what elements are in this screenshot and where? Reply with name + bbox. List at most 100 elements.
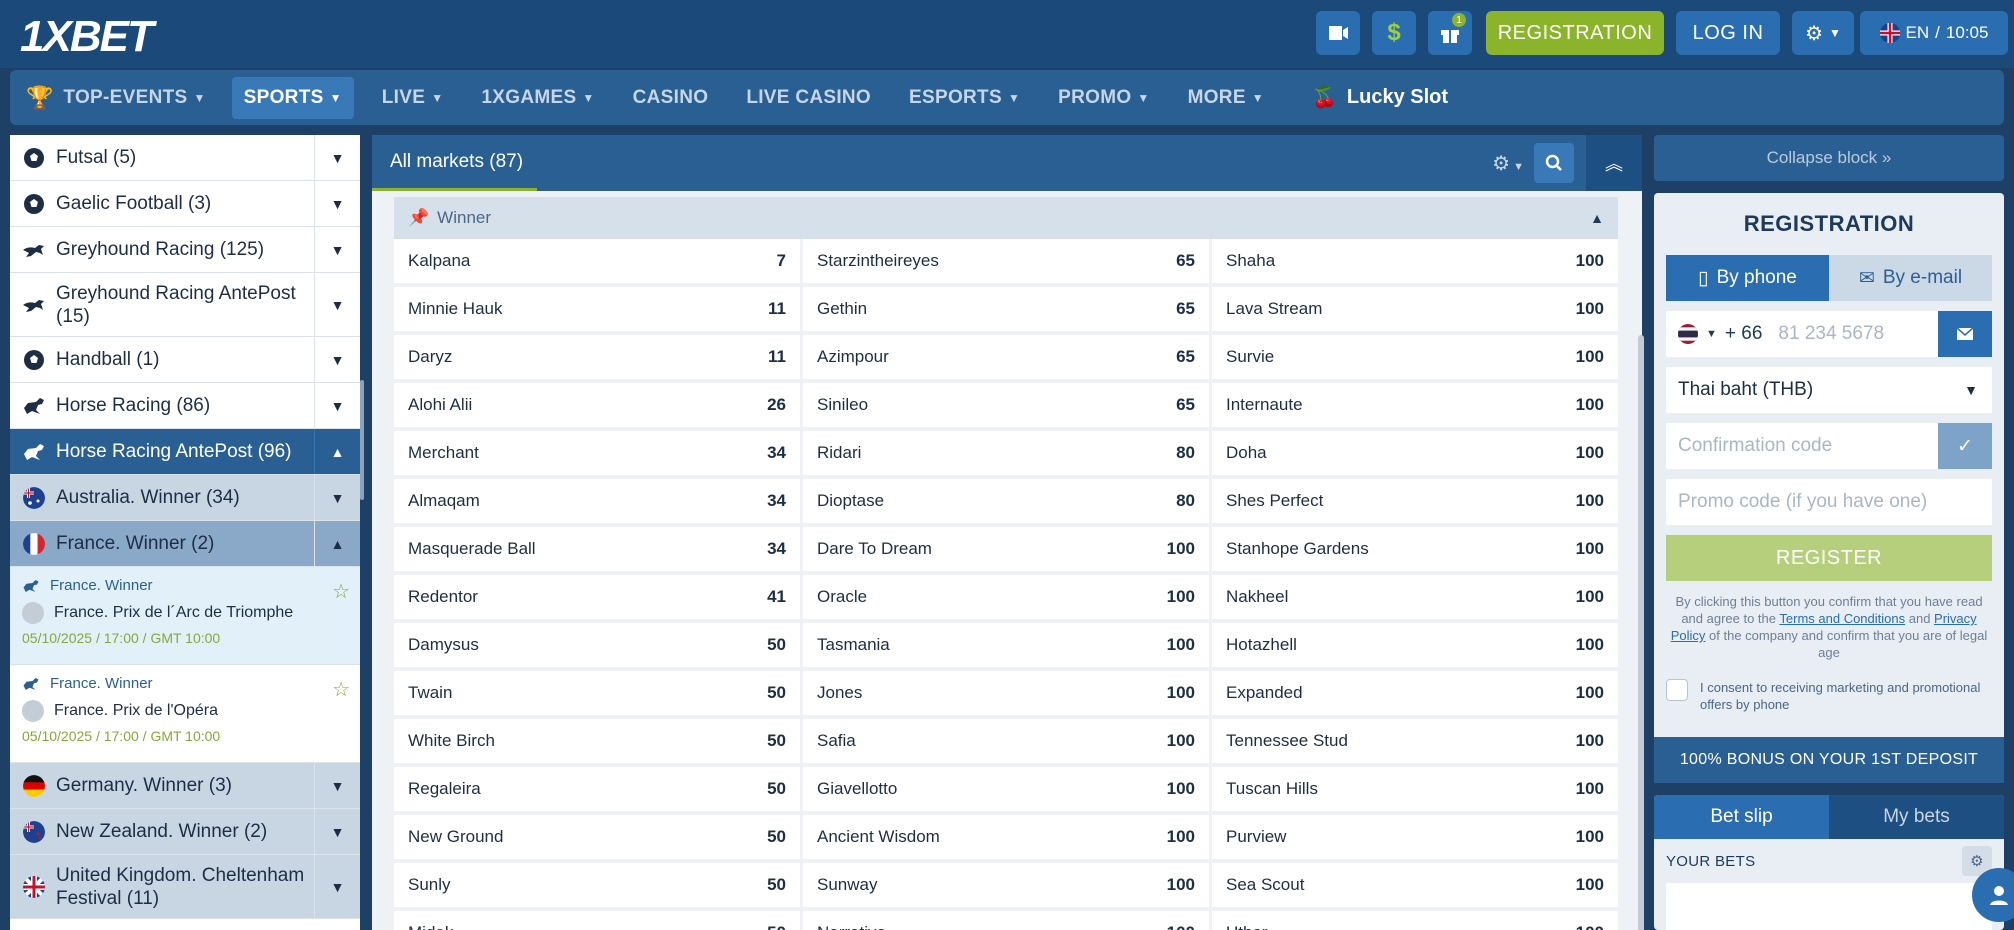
tab-by-phone[interactable]: ▯ By phone xyxy=(1666,255,1829,301)
logo[interactable]: 1XBET xyxy=(20,12,154,62)
odds-cell[interactable]: Sunway 100 xyxy=(803,863,1209,907)
terms-link[interactable]: Terms and Conditions xyxy=(1779,611,1905,626)
nav-item-sports[interactable]: SPORTS ▼ xyxy=(231,76,354,119)
odds-cell[interactable]: Sinileo 65 xyxy=(803,383,1209,427)
odds-cell[interactable]: Dioptase 80 xyxy=(803,479,1209,523)
nav-item-live[interactable]: LIVE ▼ xyxy=(382,87,444,109)
nav-item-esports[interactable]: ESPORTS ▼ xyxy=(909,87,1020,109)
nav-item-casino[interactable]: CASINO xyxy=(633,87,709,109)
chevron-up-icon[interactable]: ▲ xyxy=(314,521,360,566)
odds-cell[interactable]: Stanhope Gardens 100 xyxy=(1212,527,1618,571)
sidebar-item-sport[interactable]: Futsal (5) ▼ xyxy=(10,135,360,181)
sidebar-subitem[interactable]: France. Winner (2) ▲ xyxy=(10,521,360,567)
gift-button[interactable]: 1 xyxy=(1428,11,1472,55)
bonus-banner[interactable]: 100% BONUS ON YOUR 1ST DEPOSIT xyxy=(1654,737,2004,783)
chevron-down-icon[interactable]: ▼ xyxy=(314,273,360,336)
odds-cell[interactable]: Jones 100 xyxy=(803,671,1209,715)
tab-by-email[interactable]: ✉ By e-mail xyxy=(1829,255,1992,301)
chevron-down-icon[interactable]: ▼ xyxy=(314,383,360,428)
odds-cell[interactable]: Regaleira 50 xyxy=(394,767,800,811)
chevron-down-icon[interactable]: ▼ xyxy=(314,475,360,520)
odds-cell[interactable]: Tennessee Stud 100 xyxy=(1212,719,1618,763)
promo-code-input[interactable]: Promo code (if you have one) xyxy=(1666,479,1992,525)
odds-cell[interactable]: Narrativo 100 xyxy=(803,911,1209,930)
odds-cell[interactable]: Ridari 80 xyxy=(803,431,1209,475)
consent-checkbox[interactable] xyxy=(1666,679,1688,701)
odds-cell[interactable]: Nakheel 100 xyxy=(1212,575,1618,619)
odds-cell[interactable]: Shes Perfect 100 xyxy=(1212,479,1618,523)
send-code-button[interactable] xyxy=(1938,311,1992,357)
pin-icon[interactable]: 📌 xyxy=(408,208,429,228)
chevron-up-icon[interactable]: ▲ xyxy=(314,429,360,474)
odds-cell[interactable]: Uther 100 xyxy=(1212,911,1618,930)
markets-settings-button[interactable]: ⚙ ▼ xyxy=(1492,151,1524,176)
odds-cell[interactable]: Twain 50 xyxy=(394,671,800,715)
odds-cell[interactable]: Merchant 34 xyxy=(394,431,800,475)
tab-my-bets[interactable]: My bets xyxy=(1829,795,2004,839)
chevron-down-icon[interactable]: ▼ xyxy=(314,763,360,808)
sidebar-item-sport[interactable]: Greyhound Racing AntePost (15) ▼ xyxy=(10,273,360,337)
nav-item-top-events[interactable]: TOP-EVENTS ▼ xyxy=(63,87,205,109)
odds-cell[interactable]: Almaqam 34 xyxy=(394,479,800,523)
lucky-slot-link[interactable]: 🍒 Lucky Slot xyxy=(1312,85,1448,110)
favorite-star-icon[interactable]: ☆ xyxy=(332,677,350,702)
chevron-down-icon[interactable]: ▼ xyxy=(1706,328,1717,340)
odds-cell[interactable]: Hotazhell 100 xyxy=(1212,623,1618,667)
favorite-star-icon[interactable]: ☆ xyxy=(332,579,350,604)
currency-select[interactable]: Thai baht (THB) ▼ xyxy=(1666,367,1992,413)
odds-cell[interactable]: Gethin 65 xyxy=(803,287,1209,331)
login-button[interactable]: LOG IN xyxy=(1676,11,1780,55)
confirmation-code-input[interactable]: Confirmation code ✓ xyxy=(1666,423,1992,469)
chevron-down-icon[interactable]: ▼ xyxy=(314,181,360,226)
chevron-down-icon[interactable]: ▼ xyxy=(314,337,360,382)
markets-search-button[interactable] xyxy=(1534,143,1574,183)
sidebar-item-sport[interactable]: Horse Racing (86) ▼ xyxy=(10,383,360,429)
odds-cell[interactable]: New Ground 50 xyxy=(394,815,800,859)
sidebar-item-sport[interactable]: Handball (1) ▼ xyxy=(10,337,360,383)
markets-scrollbar[interactable] xyxy=(1638,335,1644,930)
odds-cell[interactable]: Lava Stream 100 xyxy=(1212,287,1618,331)
tab-all-markets[interactable]: All markets (87) xyxy=(372,135,538,191)
odds-cell[interactable]: Oracle 100 xyxy=(803,575,1209,619)
settings-button[interactable]: ⚙ ▼ xyxy=(1792,11,1854,55)
odds-cell[interactable]: Sunly 50 xyxy=(394,863,800,907)
odds-cell[interactable]: Sea Scout 100 xyxy=(1212,863,1618,907)
sidebar-scrollbar[interactable] xyxy=(360,380,364,500)
odds-cell[interactable]: Giavellotto 100 xyxy=(803,767,1209,811)
nav-item-1xgames[interactable]: 1XGAMES ▼ xyxy=(481,87,594,109)
sidebar-item-sport[interactable]: Greyhound Racing (125) ▼ xyxy=(10,227,360,273)
sidebar-subitem[interactable]: United Kingdom. Cheltenham Festival (11)… xyxy=(10,855,360,919)
odds-cell[interactable]: Survie 100 xyxy=(1212,335,1618,379)
chevron-down-icon[interactable]: ▼ xyxy=(314,809,360,854)
odds-cell[interactable]: Minnie Hauk 11 xyxy=(394,287,800,331)
sidebar-subitem[interactable]: New Zealand. Winner (2) ▼ xyxy=(10,809,360,855)
odds-cell[interactable]: Starzintheireyes 65 xyxy=(803,239,1209,283)
odds-cell[interactable]: Damysus 50 xyxy=(394,623,800,667)
odds-cell[interactable]: White Birch 50 xyxy=(394,719,800,763)
confirm-check-button[interactable]: ✓ xyxy=(1938,423,1992,469)
odds-cell[interactable]: Masquerade Ball 34 xyxy=(394,527,800,571)
deposit-button[interactable]: $ xyxy=(1372,11,1416,55)
nav-item-promo[interactable]: PROMO ▼ xyxy=(1058,87,1149,109)
nav-item-more[interactable]: MORE ▼ xyxy=(1188,87,1264,109)
register-button[interactable]: REGISTER xyxy=(1666,535,1992,581)
odds-cell[interactable]: Azimpour 65 xyxy=(803,335,1209,379)
language-time-selector[interactable]: EN / 10:05 xyxy=(1860,11,2008,55)
odds-cell[interactable]: Kalpana 7 xyxy=(394,239,800,283)
nav-item-live-casino[interactable]: LIVE CASINO xyxy=(746,87,871,109)
odds-cell[interactable]: Midak 50 xyxy=(394,911,800,930)
chevron-down-icon[interactable]: ▼ xyxy=(314,135,360,180)
odds-cell[interactable]: Safia 100 xyxy=(803,719,1209,763)
odds-cell[interactable]: Ancient Wisdom 100 xyxy=(803,815,1209,859)
odds-cell[interactable]: Purview 100 xyxy=(1212,815,1618,859)
event-item[interactable]: France. Winner France. Prix de l'Opéra 05/… xyxy=(10,665,360,763)
event-item[interactable]: France. Winner France. Prix de l´Arc de T… xyxy=(10,567,360,665)
chevron-down-icon[interactable]: ▼ xyxy=(314,227,360,272)
sidebar-subitem[interactable]: Australia. Winner (34) ▼ xyxy=(10,475,360,521)
collapse-block-button[interactable]: Collapse block » xyxy=(1654,135,2004,181)
odds-cell[interactable]: Tuscan Hills 100 xyxy=(1212,767,1618,811)
odds-cell[interactable]: Shaha 100 xyxy=(1212,239,1618,283)
odds-cell[interactable]: Daryz 11 xyxy=(394,335,800,379)
sidebar-item-horse-racing-antepost[interactable]: Horse Racing AntePost (96) ▲ xyxy=(10,429,360,475)
video-button[interactable] xyxy=(1316,11,1360,55)
